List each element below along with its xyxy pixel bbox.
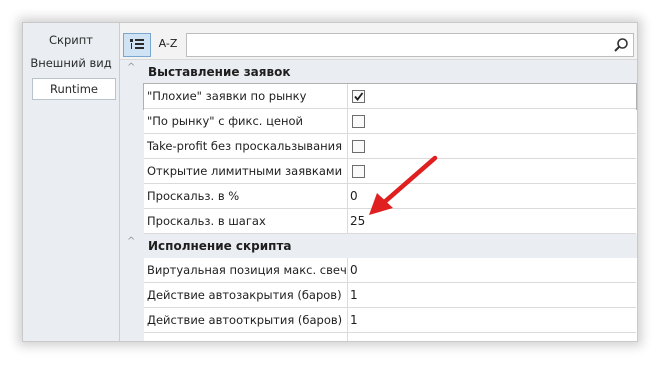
property-checkbox[interactable] [352,140,365,153]
annotation-arrow-icon [369,155,438,215]
property-name: "Плохие" заявки по рынку [144,84,348,108]
checkmark-icon [354,92,364,101]
section-title: Выставление заявок [148,65,291,79]
sidebar-item-appearance[interactable]: Внешний вид [23,56,119,70]
categorized-view-button[interactable] [123,33,151,57]
sidebar-item-script[interactable]: Скрипт [23,33,119,47]
property-name: "По рынку" с фикс. ценой [144,109,348,133]
property-value[interactable]: 0 [350,258,358,282]
property-value[interactable]: 1 [350,283,358,307]
property-row[interactable] [144,333,636,341]
section-title: Исполнение скрипта [148,239,292,253]
sidebar-item-runtime[interactable]: Runtime [32,78,116,100]
property-value[interactable]: 0 [350,184,358,208]
property-name: Take-profit без проскальзывания [144,134,348,158]
section-header-script-execution[interactable]: ^ Исполнение скрипта [120,234,637,258]
chevron-up-icon[interactable]: ^ [127,62,135,73]
categorized-list-icon [130,39,144,49]
search-input[interactable] [186,33,634,57]
property-row[interactable]: Действие автозакрытия (баров) 1 [144,283,636,308]
property-name-partial [144,333,348,341]
sidebar: Скрипт Внешний вид Runtime [23,23,120,341]
alphabetical-sort-button[interactable]: A-Z [155,33,181,55]
toolbar: A-Z [120,23,637,60]
property-value[interactable]: 1 [350,308,358,332]
property-row[interactable]: Действие автооткрытия (баров) 1 [144,308,636,333]
property-checkbox[interactable] [352,90,365,103]
property-name: Действие автозакрытия (баров) [144,283,348,307]
section-header-orders[interactable]: ^ Выставление заявок [120,60,637,84]
property-row[interactable]: "По рынку" с фикс. ценой [144,109,636,134]
property-name: Проскальз. в шагах [144,209,348,233]
search-icon[interactable] [613,37,629,53]
property-name: Действие автооткрытия (баров) [144,308,348,332]
property-checkbox[interactable] [352,115,365,128]
property-row[interactable]: Виртуальная позиция макс. свечей 0 [144,258,636,283]
chevron-up-icon[interactable]: ^ [127,236,135,247]
property-name: Открытие лимитными заявками [144,159,348,183]
property-name: Проскальз. в % [144,184,348,208]
property-row[interactable]: "Плохие" заявки по рынку [143,83,637,110]
properties-window: Скрипт Внешний вид Runtime A-Z ^ Выставл… [22,22,638,342]
property-name: Виртуальная позиция макс. свечей [144,258,348,282]
grid-gutter [120,60,145,341]
